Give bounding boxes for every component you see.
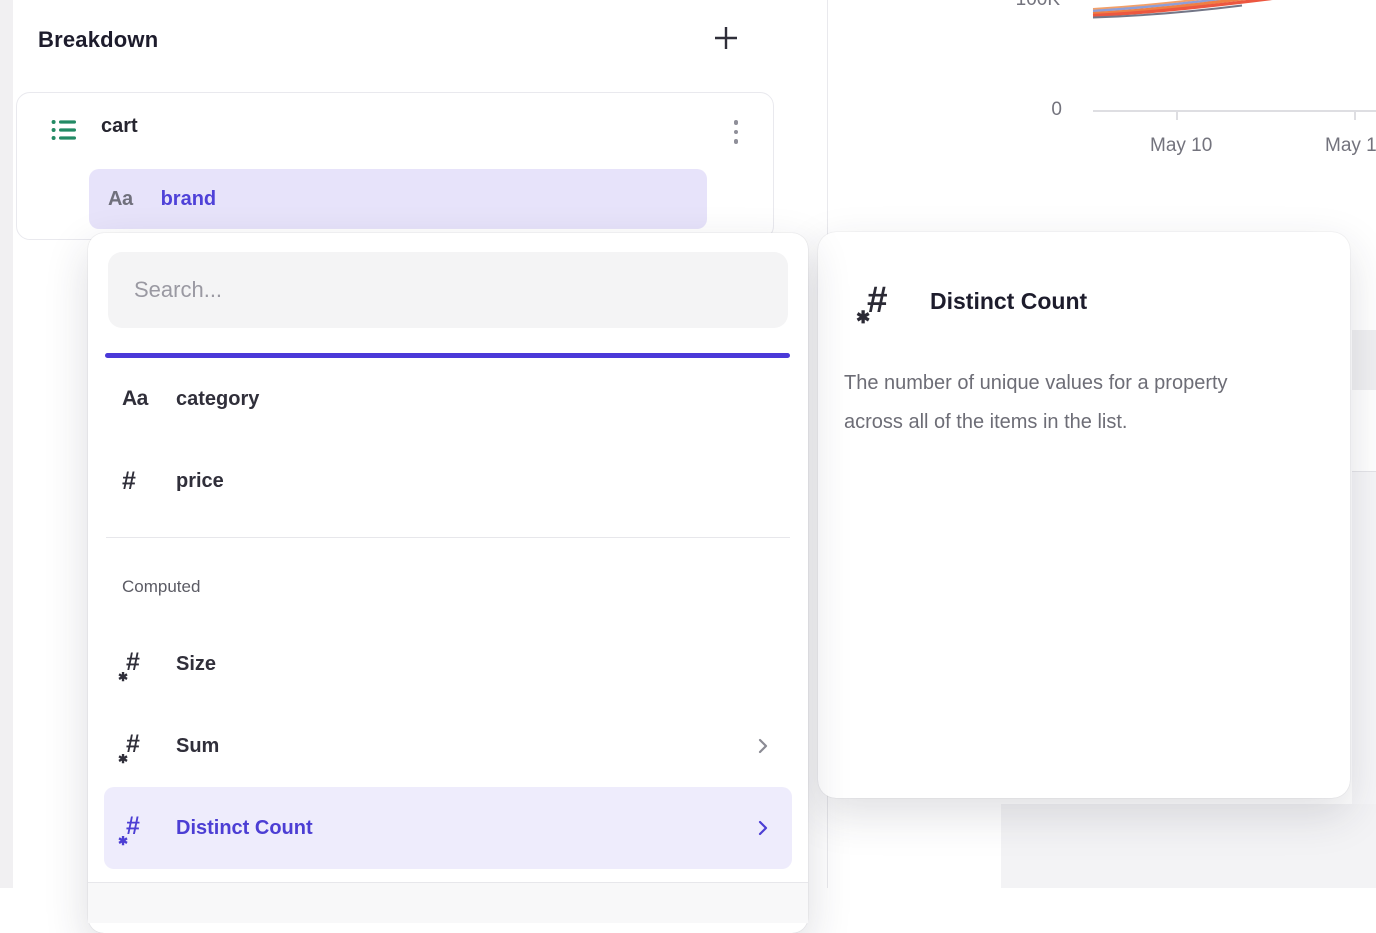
- y-axis-tick-100k: 100K: [1016, 0, 1060, 11]
- computed-option-size[interactable]: #✱ Size: [88, 623, 808, 705]
- search-input[interactable]: [108, 252, 788, 328]
- chevron-right-icon: [758, 820, 768, 836]
- line-chart-series: [1080, 0, 1376, 26]
- x-axis-tickmark: [1354, 112, 1356, 120]
- app-left-rail: [0, 0, 13, 888]
- breakdown-group-name: cart: [101, 115, 138, 138]
- list-icon: [51, 118, 78, 147]
- background-table-row: [1352, 330, 1376, 390]
- x-axis-line: [1093, 110, 1376, 112]
- property-option-category[interactable]: Aa category: [88, 358, 808, 440]
- computed-number-icon: #✱: [122, 649, 148, 679]
- computed-option-sum[interactable]: #✱ Sum: [88, 705, 808, 787]
- computed-number-icon: #✱: [858, 278, 904, 324]
- computed-number-icon: #✱: [122, 731, 148, 761]
- background-table-corner: [1001, 804, 1376, 888]
- computed-option-distinct-count[interactable]: #✱ Distinct Count: [104, 787, 792, 869]
- x-axis-label-may12: May 12: [1325, 135, 1376, 157]
- tooltip-description: The number of unique values for a proper…: [844, 364, 1326, 442]
- chevron-right-icon: [758, 738, 768, 754]
- dropdown-divider: [106, 537, 790, 538]
- add-breakdown-button[interactable]: [710, 24, 742, 56]
- background-table-area: [1352, 472, 1376, 804]
- plus-icon: [712, 24, 740, 57]
- computed-section-label: Computed: [122, 577, 808, 601]
- tooltip-title: Distinct Count: [930, 288, 1087, 315]
- text-type-icon: Aa: [122, 387, 148, 411]
- breakdown-section-title: Breakdown: [38, 27, 158, 53]
- x-axis-label-may10: May 10: [1150, 135, 1212, 157]
- distinct-count-tooltip: #✱ Distinct Count The number of unique v…: [818, 232, 1350, 798]
- property-option-price[interactable]: # price: [88, 440, 808, 522]
- dropdown-footer: [88, 882, 808, 923]
- computed-number-icon: #✱: [122, 813, 148, 843]
- number-type-icon: #: [122, 467, 136, 496]
- y-axis-tick-0: 0: [1051, 99, 1062, 121]
- text-type-icon: Aa: [108, 188, 133, 211]
- kebab-menu-icon[interactable]: [727, 115, 745, 149]
- breakdown-card: cart Aa brand: [16, 92, 774, 240]
- selected-property-pill[interactable]: Aa brand: [89, 169, 707, 229]
- breakdown-group-row[interactable]: cart: [17, 93, 773, 169]
- property-dropdown: Aa category # price Computed #✱ Size #✱ …: [88, 233, 808, 933]
- x-axis-tickmark: [1176, 112, 1178, 120]
- selected-property-name: brand: [161, 188, 217, 211]
